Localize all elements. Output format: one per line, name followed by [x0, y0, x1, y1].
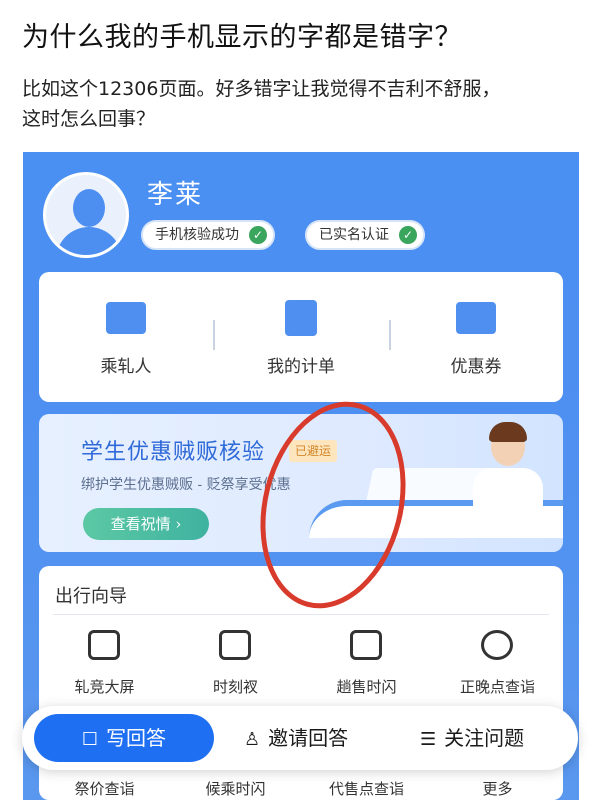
guide-item-sale-time[interactable]: 趟售时闪 — [301, 630, 432, 710]
invite-answer-label: 邀请回答 — [268, 726, 349, 750]
view-details-button[interactable]: 查看祝情 › — [83, 508, 209, 540]
guide-item-schedule[interactable]: 时刻衩 — [170, 630, 301, 710]
schedule-icon — [219, 630, 251, 660]
guide-item-more[interactable]: 更多 — [432, 778, 563, 799]
person-hair — [489, 422, 527, 442]
guide-item-fare[interactable]: 祭价查诣 — [39, 778, 170, 799]
badge-real-name: 已实名认证 ✓ — [305, 220, 425, 250]
guide-item-label: 趟售时闪 — [336, 678, 397, 696]
guide-item-label: 时刻衩 — [212, 678, 258, 696]
avatar-shoulders — [56, 227, 122, 255]
document-icon — [285, 300, 317, 336]
check-icon: ✓ — [249, 226, 267, 244]
avatar — [43, 172, 129, 258]
guide-item-delay[interactable]: 正晚点查诣 — [432, 630, 563, 710]
avatar-head — [73, 189, 105, 227]
coupon-icon — [456, 302, 496, 334]
action-bar: ☐ 写回答 ♙ 邀请回答 ☰ 关注问题 — [22, 706, 578, 770]
guide-item-agency[interactable]: 代售点查诣 — [301, 778, 432, 799]
question-title: 为什么我的手机显示的字都是错字？ — [22, 22, 462, 53]
menu-item-passengers[interactable]: 乘轧人 — [39, 272, 213, 402]
screen-icon — [88, 630, 120, 660]
divider — [53, 614, 549, 615]
check-icon: ✓ — [399, 226, 417, 244]
badge-label: 已实名认证 — [319, 227, 389, 243]
guide-title: 出行向导 — [55, 586, 127, 607]
embedded-screenshot[interactable]: 李莱 手机核验成功 ✓ 已实名认证 ✓ 乘轧人 我的计单 优惠券 学生优惠贼贩核… — [23, 152, 579, 800]
menu-item-orders[interactable]: 我的计单 — [214, 272, 388, 402]
guide-item-label: 轧竞大屏 — [74, 678, 135, 696]
menu-item-label: 优惠券 — [450, 357, 502, 377]
guide-item-waiting[interactable]: 候乘时闪 — [170, 778, 301, 799]
guide-item-screen[interactable]: 轧竞大屏 — [39, 630, 170, 710]
menu-card: 乘轧人 我的计单 优惠券 — [39, 272, 563, 402]
badge-phone-verified: 手机核验成功 ✓ — [141, 220, 275, 250]
person-illustration — [473, 468, 543, 518]
id-card-icon — [106, 302, 146, 334]
guide-item-label: 正晚点查诣 — [459, 678, 535, 696]
banner-title: 学生优惠贼贩核验 — [81, 440, 266, 465]
edit-icon: ☐ — [81, 729, 99, 750]
sale-time-icon — [350, 630, 382, 660]
follow-icon: ☰ — [420, 729, 437, 750]
menu-item-label: 乘轧人 — [100, 357, 152, 377]
menu-item-label: 我的计单 — [267, 357, 335, 377]
banner-subtitle: 绑护学生优惠贼贩 - 贬祭享受优惠 — [81, 477, 291, 493]
write-answer-button[interactable]: ☐ 写回答 — [34, 714, 214, 762]
write-answer-label: 写回答 — [106, 726, 167, 750]
question-body-line: 比如这个12306页面。好多错字让我觉得不吉利不舒服， — [22, 78, 501, 100]
menu-item-coupons[interactable]: 优惠券 — [389, 272, 563, 402]
badge-label: 手机核验成功 — [155, 227, 239, 243]
person-add-icon: ♙ — [244, 729, 261, 750]
question-body-line: 这时怎么回事？ — [22, 108, 156, 130]
user-name: 李莱 — [147, 180, 204, 210]
question-body: 比如这个12306页面。好多错字让我觉得不吉利不舒服， 这时怎么回事？ — [22, 74, 582, 134]
clock-icon — [481, 630, 513, 660]
invite-answer-button[interactable]: ♙ 邀请回答 — [244, 714, 348, 762]
follow-question-button[interactable]: ☰ 关注问题 — [420, 714, 524, 762]
follow-question-label: 关注问题 — [444, 726, 525, 750]
